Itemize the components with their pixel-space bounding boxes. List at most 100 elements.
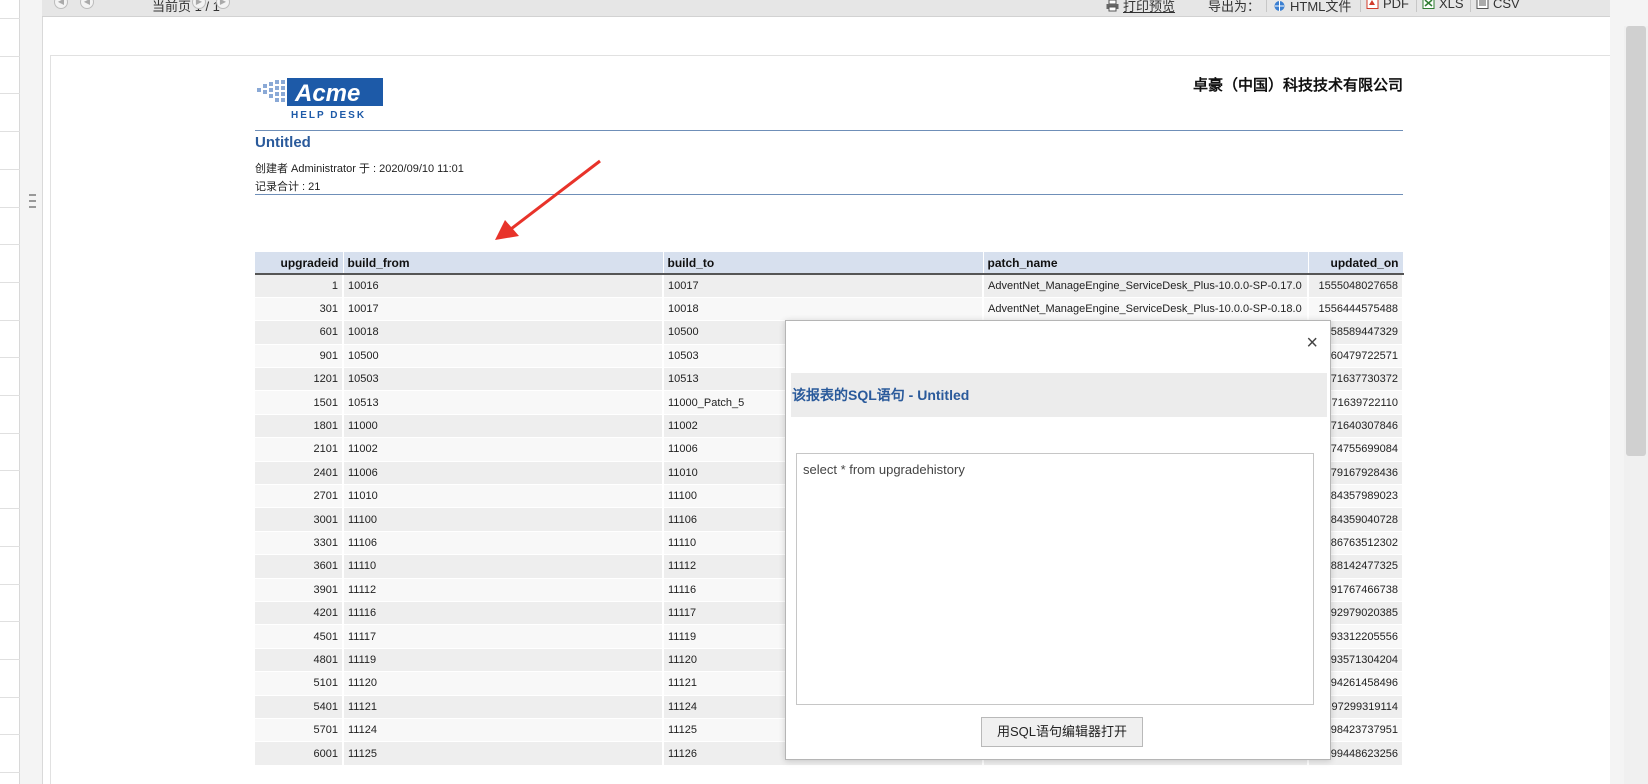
column-header-build-from[interactable]: build_from [343, 252, 664, 275]
export-html-button[interactable]: HTML文件 [1273, 0, 1351, 15]
table-cell: 901 [255, 344, 344, 369]
prev-page-icon[interactable]: ◀ [80, 0, 94, 9]
gutter-line [0, 244, 20, 246]
table-cell: 4501 [255, 624, 344, 649]
table-row: 1 10016 10017 AdventNet_ManageEngine_Servic… [255, 274, 1404, 298]
export-html-label: HTML文件 [1290, 0, 1352, 14]
table-cell: 3901 [255, 578, 344, 602]
gutter-line [0, 55, 20, 57]
table-cell: 5401 [255, 695, 344, 719]
sql-textarea[interactable]: select * from upgradehistory [796, 453, 1314, 705]
table-cell: 5701 [255, 718, 344, 743]
table-cell: 11002 [343, 437, 664, 462]
close-icon[interactable]: × [1306, 333, 1318, 353]
table-cell: 1 [255, 274, 344, 298]
table-cell: 11121 [343, 695, 664, 719]
table-cell: 10017 [663, 274, 984, 298]
annotation-arrow [495, 159, 601, 240]
vertical-scrollbar[interactable] [1624, 26, 1648, 784]
table-cell: 10500 [343, 344, 664, 369]
gutter-line [0, 583, 20, 585]
open-in-sql-editor-button[interactable]: 用SQL语句编辑器打开 [981, 717, 1143, 747]
gutter-line [0, 696, 20, 698]
csv-file-icon [1476, 0, 1489, 9]
gutter-line [0, 432, 20, 434]
table-cell: 2401 [255, 461, 344, 486]
pdf-file-icon [1366, 0, 1379, 9]
panel-splitter-handle[interactable] [28, 190, 38, 224]
table-cell: 10503 [343, 367, 664, 392]
table-cell: 3301 [255, 531, 344, 556]
column-header-updated-on[interactable]: updated_on [1308, 252, 1404, 275]
gutter-line [0, 131, 20, 133]
table-cell: 10513 [343, 390, 664, 415]
export-xls-label: XLS [1439, 0, 1464, 11]
table-cell: 11117 [343, 624, 664, 649]
page-info: 当前页 1 / 1 [152, 0, 220, 14]
printer-icon [1106, 0, 1119, 12]
table-cell: 3601 [255, 554, 344, 579]
gutter-line [0, 357, 20, 359]
table-cell: 11119 [343, 648, 664, 673]
header-divider [255, 194, 1403, 195]
gutter-line [0, 772, 20, 773]
table-cell: 11010 [343, 484, 664, 509]
gutter-line [0, 545, 20, 547]
export-csv-label: CSV [1493, 0, 1520, 11]
gutter-line [0, 621, 20, 623]
print-preview-button[interactable]: 打印预览 [1106, 0, 1175, 15]
table-cell: 10018 [343, 320, 664, 345]
table-cell: 3001 [255, 507, 344, 532]
toolbar-divider [1416, 0, 1417, 12]
table-cell: 11110 [343, 554, 664, 579]
report-title: Untitled [255, 134, 311, 151]
gutter-line [0, 508, 20, 510]
column-header-upgradeid[interactable]: upgradeid [255, 252, 344, 275]
table-cell: 1555048027658 [1308, 274, 1404, 298]
last-page-icon[interactable]: ▶ [216, 0, 230, 9]
toolbar-divider [1266, 0, 1267, 12]
print-preview-label: 打印预览 [1123, 0, 1176, 14]
export-label: 导出为： [1208, 0, 1261, 14]
record-count: 记录合计 : 21 [255, 181, 321, 193]
report-toolbar: ◀ ◀ 当前页 1 / 1 ▶ ▶ 打印预览 导出为： HTML文件 PDF X… [42, 0, 1610, 17]
first-page-icon[interactable]: ◀ [54, 0, 68, 9]
logo-subtext: HELP DESK [291, 110, 366, 121]
export-xls-button[interactable]: XLS [1422, 0, 1464, 11]
table-cell: 10017 [343, 297, 664, 322]
gutter-line [0, 658, 20, 660]
gutter-line [0, 470, 20, 472]
table-cell: 1556444575488 [1308, 297, 1404, 322]
table-cell: 11120 [343, 671, 664, 696]
table-cell: 10018 [663, 297, 984, 322]
table-cell: 1801 [255, 414, 344, 439]
table-cell: 11124 [343, 718, 664, 743]
table-cell: 4801 [255, 648, 344, 673]
gutter-line [0, 93, 20, 95]
left-gutter [0, 0, 20, 784]
table-cell: 2701 [255, 484, 344, 509]
table-cell: 11000 [343, 414, 664, 439]
table-cell: 11112 [343, 578, 664, 602]
scrollbar-thumb[interactable] [1626, 26, 1646, 456]
table-cell: 10016 [343, 274, 664, 298]
xls-file-icon [1422, 0, 1435, 9]
company-name: 卓豪（中国）科技技术有限公司 [1192, 77, 1403, 94]
table-cell: 5101 [255, 671, 344, 696]
column-header-patch-name[interactable]: patch_name [983, 252, 1309, 275]
export-pdf-label: PDF [1383, 0, 1409, 11]
table-cell: 6001 [255, 741, 344, 766]
export-pdf-button[interactable]: PDF [1366, 0, 1409, 11]
dialog-title: 该报表的SQL语句 - Untitled [792, 387, 970, 403]
header-divider [255, 130, 1403, 131]
table-cell: 301 [255, 297, 344, 322]
gutter-line [0, 395, 20, 396]
dialog-header: 该报表的SQL语句 - Untitled [791, 373, 1327, 417]
column-header-build-to[interactable]: build_to [663, 252, 984, 275]
table-cell: 601 [255, 320, 344, 345]
table-cell: AdventNet_ManageEngine_ServiceDesk_Plus-… [983, 297, 1309, 322]
gutter-line [0, 18, 20, 19]
table-cell: 11116 [343, 601, 664, 626]
export-csv-button[interactable]: CSV [1476, 0, 1520, 11]
gutter-line [0, 206, 20, 208]
